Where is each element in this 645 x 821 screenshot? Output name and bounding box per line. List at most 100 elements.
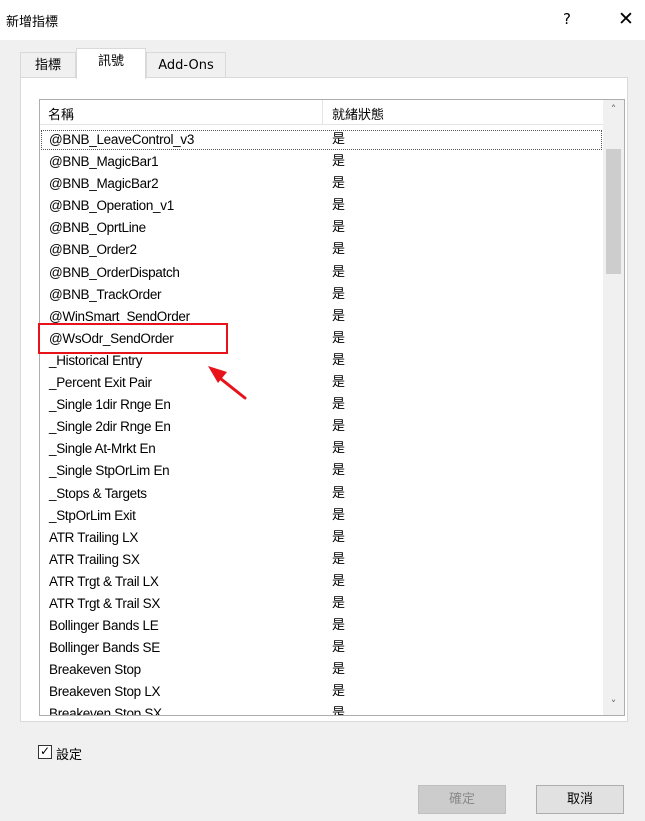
row-status: 是 [332, 198, 346, 214]
row-status: 是 [332, 375, 346, 391]
row-status: 是 [332, 154, 346, 170]
help-button[interactable]: ? [553, 6, 581, 32]
row-name: Bollinger Bands LE [49, 618, 159, 634]
close-button[interactable]: ✕ [612, 6, 640, 32]
list-row[interactable]: ATR Trgt & Trail LX 是 [40, 571, 603, 593]
row-status: 是 [332, 441, 346, 457]
row-status: 是 [332, 397, 346, 413]
row-status: 是 [332, 573, 346, 589]
row-name: _Single 2dir Rnge En [49, 419, 171, 435]
list-row[interactable]: Bollinger Bands SE 是 [40, 637, 603, 659]
list-row[interactable]: @BNB_OprtLine 是 [40, 217, 603, 239]
row-name: @BNB_OrderDispatch [49, 264, 180, 280]
row-name: @BNB_Operation_v1 [49, 198, 174, 214]
chevron-up-icon[interactable]: ˄ [603, 100, 624, 120]
row-name: @BNB_OprtLine [49, 220, 146, 236]
list-row[interactable]: _Stops & Targets 是 [40, 483, 603, 505]
list-row[interactable]: @BNB_Operation_v1 是 [40, 195, 603, 217]
row-name: @BNB_MagicBar1 [49, 154, 159, 170]
row-status: 是 [332, 706, 346, 715]
list-row[interactable]: Bollinger Bands LE 是 [40, 615, 603, 637]
row-name: @BNB_MagicBar2 [49, 176, 159, 192]
tab-signals[interactable]: 訊號 [76, 48, 146, 79]
row-name: _StpOrLim Exit [49, 507, 136, 523]
row-name: Breakeven Stop [49, 662, 141, 678]
row-status: 是 [332, 618, 346, 634]
row-status: 是 [332, 286, 346, 302]
strategy-list[interactable]: 名稱 就緒狀態 @BNB_LeaveControl_v3 是 @BNB_MagicB… [39, 99, 625, 716]
row-status: 是 [332, 595, 346, 611]
list-row[interactable]: @BNB_MagicBar2 是 [40, 173, 603, 195]
list-row[interactable]: @BNB_TrackOrder 是 [40, 284, 603, 306]
row-name: ATR Trailing SX [49, 551, 140, 567]
row-status: 是 [332, 463, 346, 479]
chevron-down-icon[interactable]: ˅ [603, 695, 624, 715]
row-name: Breakeven Stop SX [49, 706, 162, 715]
row-status: 是 [332, 352, 346, 368]
list-row[interactable]: @WinSmart_SendOrder 是 [40, 306, 603, 328]
row-name: @BNB_TrackOrder [49, 286, 162, 302]
row-name: @BNB_LeaveControl_v3 [49, 132, 195, 147]
list-row[interactable]: Breakeven Stop 是 [40, 659, 603, 681]
list-row[interactable]: _Percent Exit Pair 是 [40, 372, 603, 394]
list-row[interactable]: ATR Trgt & Trail SX 是 [40, 593, 603, 615]
row-status: 是 [332, 485, 346, 501]
ok-button[interactable]: 確定 [418, 785, 506, 814]
list-row[interactable]: _StpOrLim Exit 是 [40, 505, 603, 527]
list-row[interactable]: @BNB_OrderDispatch 是 [40, 262, 603, 284]
row-status: 是 [332, 684, 346, 700]
row-name: Bollinger Bands SE [49, 640, 160, 656]
list-row[interactable]: ATR Trailing SX 是 [40, 549, 603, 571]
row-status: 是 [332, 132, 346, 147]
row-name: _Single At-Mrkt En [49, 441, 156, 457]
title-bar: 新增指標 ? ✕ [0, 0, 645, 40]
column-header-status[interactable]: 就緒狀態 [332, 104, 384, 123]
list-row[interactable]: _Single StpOrLim En 是 [40, 460, 603, 482]
tab-indicators[interactable]: 指標 [20, 52, 76, 79]
column-header-name[interactable]: 名稱 [48, 104, 74, 123]
row-status: 是 [332, 662, 346, 678]
list-row[interactable]: Breakeven Stop LX 是 [40, 681, 603, 703]
column-divider[interactable] [322, 100, 323, 124]
list-header: 名稱 就緒狀態 [40, 100, 603, 125]
list-row[interactable]: @BNB_Order2 是 [40, 239, 603, 261]
checkbox-check-icon[interactable]: ✓ [38, 745, 52, 759]
row-status: 是 [332, 242, 346, 258]
row-status: 是 [332, 529, 346, 545]
row-name: _Stops & Targets [49, 485, 147, 501]
vertical-scrollbar[interactable]: ˄ ˅ [603, 100, 624, 715]
cancel-button[interactable]: 取消 [536, 785, 624, 814]
row-name: @WsOdr_SendOrder [49, 330, 174, 346]
list-row[interactable]: ATR Trailing LX 是 [40, 527, 603, 549]
list-rows: @BNB_LeaveControl_v3 是 @BNB_MagicBar1 是 @BNB… [40, 129, 603, 715]
row-name: _Single StpOrLim En [49, 463, 170, 479]
list-row[interactable]: _Single 2dir Rnge En 是 [40, 416, 603, 438]
tab-add-ons[interactable]: Add-Ons [146, 52, 226, 79]
window-title: 新增指標 [6, 15, 59, 30]
row-status: 是 [332, 264, 346, 280]
list-row[interactable]: _Single At-Mrkt En 是 [40, 438, 603, 460]
row-status: 是 [332, 176, 346, 192]
settings-checkbox-label: 設定 [56, 748, 83, 763]
row-name: _Single 1dir Rnge En [49, 397, 171, 413]
row-status: 是 [332, 640, 346, 656]
row-name: _Percent Exit Pair [49, 375, 152, 391]
row-name: @BNB_Order2 [49, 242, 137, 258]
row-name: Breakeven Stop LX [49, 684, 161, 700]
list-row[interactable]: @BNB_MagicBar1 是 [40, 151, 603, 173]
row-status: 是 [332, 220, 346, 236]
list-row[interactable]: _Single 1dir Rnge En 是 [40, 394, 603, 416]
list-row[interactable]: @BNB_LeaveControl_v3 是 [40, 129, 603, 151]
list-row[interactable]: Breakeven Stop SX 是 [40, 703, 603, 715]
row-status: 是 [332, 551, 346, 567]
row-name: ATR Trailing LX [49, 529, 139, 545]
row-status: 是 [332, 330, 346, 346]
list-row[interactable]: _Historical Entry 是 [40, 350, 603, 372]
row-name: ATR Trgt & Trail LX [49, 573, 159, 589]
list-row[interactable]: @WsOdr_SendOrder 是 [40, 328, 603, 350]
row-name: _Historical Entry [49, 352, 143, 368]
scroll-thumb[interactable] [606, 149, 621, 274]
row-status: 是 [332, 419, 346, 435]
row-status: 是 [332, 308, 346, 324]
row-name: @WinSmart_SendOrder [49, 308, 190, 324]
